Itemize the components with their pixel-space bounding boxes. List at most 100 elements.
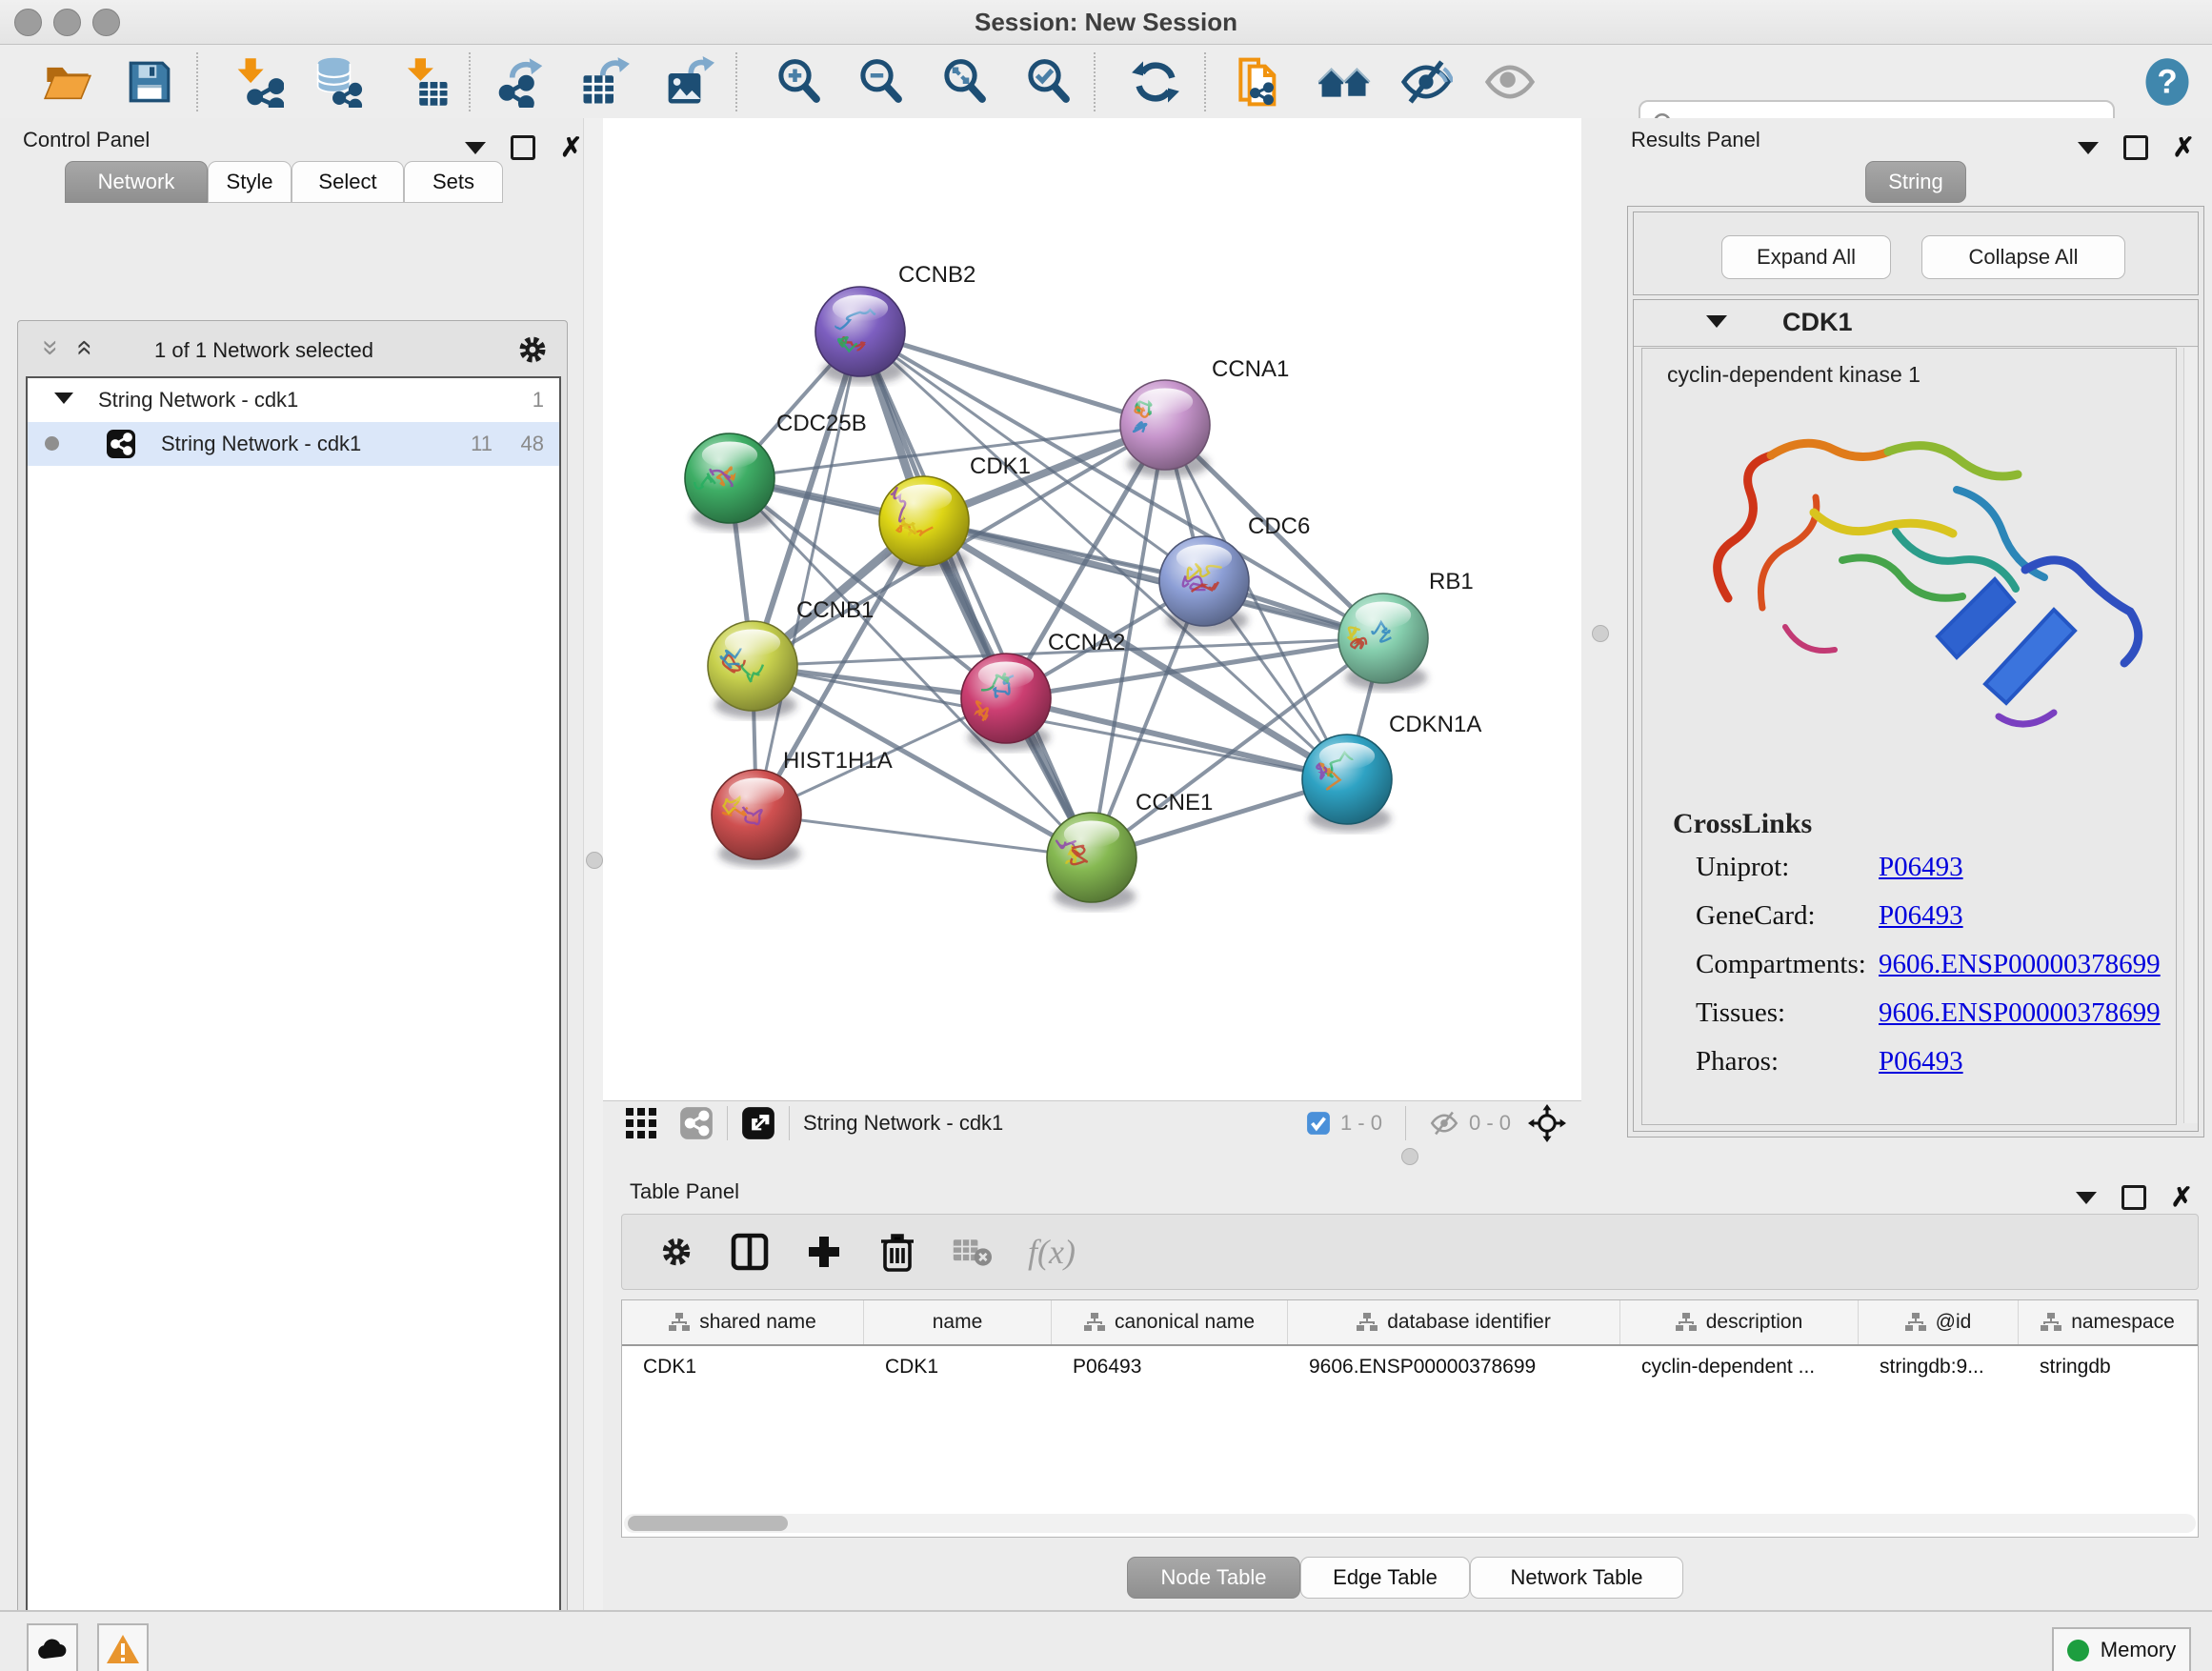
add-column-icon[interactable]	[805, 1233, 843, 1271]
import-table-file-button[interactable]	[398, 54, 453, 110]
section-expander-icon[interactable]	[1706, 315, 1727, 328]
zoom-in-button[interactable]	[772, 54, 827, 110]
network-collection-row[interactable]: String Network - cdk1 1	[28, 378, 559, 422]
collection-expander-icon[interactable]	[54, 393, 73, 404]
show-columns-icon[interactable]	[731, 1233, 769, 1271]
panel-close-icon[interactable]: ✗	[560, 138, 582, 157]
column-header-name[interactable]: name	[864, 1300, 1052, 1344]
string-network-graph[interactable]: CCNB2CCNA1CDC25BCDK1CDC6RB1CCNB1CCNA2CDK…	[603, 118, 1581, 1100]
warnings-button[interactable]	[97, 1623, 149, 1671]
splitter-handle[interactable]	[586, 852, 603, 869]
import-network-database-button[interactable]	[311, 54, 366, 110]
network-canvas[interactable]: CCNB2CCNA1CDC25BCDK1CDC6RB1CCNB1CCNA2CDK…	[603, 118, 1581, 1100]
graph-node-hist1h1a[interactable]: HIST1H1A	[712, 748, 893, 867]
cloud-button[interactable]	[27, 1623, 78, 1671]
duplicate-network-button[interactable]	[1231, 54, 1286, 110]
tab-node-table[interactable]: Node Table	[1127, 1557, 1300, 1599]
graph-edge[interactable]	[756, 332, 860, 815]
tab-network-table[interactable]: Network Table	[1470, 1557, 1683, 1599]
panel-close-icon[interactable]: ✗	[2171, 1188, 2193, 1207]
table-cell[interactable]: stringdb:9...	[1859, 1346, 2019, 1388]
open-in-window-icon[interactable]	[741, 1106, 775, 1140]
column-header-database-identifier[interactable]: database identifier	[1288, 1300, 1620, 1344]
tab-sets[interactable]: Sets	[404, 161, 503, 203]
crosslink-link[interactable]: 9606.ENSP00000378699	[1879, 949, 2161, 980]
protein-section-header[interactable]: CDK1	[1634, 300, 2198, 347]
export-image-button[interactable]	[661, 54, 716, 110]
help-button[interactable]: ?	[2140, 54, 2195, 110]
table-cell[interactable]: CDK1	[622, 1346, 864, 1388]
crosslink-link[interactable]: P06493	[1879, 1046, 1963, 1077]
graph-node-cdk1[interactable]: CDK1	[879, 453, 1031, 574]
left-splitter[interactable]	[583, 118, 605, 1610]
tab-edge-table[interactable]: Edge Table	[1300, 1557, 1470, 1599]
gear-icon[interactable]	[515, 332, 550, 367]
selected-checkbox-icon[interactable]	[1306, 1111, 1331, 1136]
column-header-namespace[interactable]: namespace	[2019, 1300, 2198, 1344]
scrollbar-thumb[interactable]	[628, 1516, 788, 1531]
graph-node-rb1[interactable]: RB1	[1338, 569, 1474, 691]
crosslink-link[interactable]: 9606.ENSP00000378699	[1879, 997, 2161, 1029]
panel-float-icon[interactable]	[511, 135, 535, 160]
table-cell[interactable]: P06493	[1052, 1346, 1288, 1388]
results-scrollbar[interactable]	[2183, 348, 2198, 1123]
save-session-button[interactable]	[122, 54, 177, 110]
panel-menu-icon[interactable]	[2078, 142, 2099, 154]
pan-crosshair-icon[interactable]	[1528, 1104, 1566, 1142]
export-network-button[interactable]	[495, 54, 551, 110]
table-cell[interactable]: CDK1	[864, 1346, 1052, 1388]
table-cell[interactable]: stringdb	[2019, 1346, 2198, 1388]
column-header-canonical-name[interactable]: canonical name	[1052, 1300, 1288, 1344]
first-neighbors-button[interactable]	[1317, 54, 1372, 110]
table-cell[interactable]: 9606.ENSP00000378699	[1288, 1346, 1620, 1388]
import-network-file-button[interactable]	[231, 54, 286, 110]
table-row[interactable]: CDK1CDK1P064939606.ENSP00000378699cyclin…	[622, 1346, 2198, 1388]
panel-close-icon[interactable]: ✗	[2173, 138, 2195, 157]
panel-float-icon[interactable]	[2123, 135, 2148, 160]
delete-table-icon-disabled[interactable]	[952, 1236, 992, 1268]
panel-menu-icon[interactable]	[2076, 1192, 2097, 1204]
collapse-all-button[interactable]: Collapse All	[1921, 235, 2125, 279]
graph-edge[interactable]	[756, 815, 1092, 857]
tab-string[interactable]: String	[1865, 161, 1966, 203]
function-builder-icon[interactable]: f(x)	[1028, 1232, 1076, 1272]
tab-network[interactable]: Network	[65, 161, 208, 203]
splitter-handle[interactable]	[1592, 625, 1609, 642]
splitter-handle[interactable]	[1401, 1148, 1418, 1165]
graph-edge[interactable]	[860, 332, 1092, 857]
network-share-toggle-icon[interactable]	[679, 1106, 714, 1140]
graph-edge[interactable]	[924, 521, 1383, 638]
crosslink-link[interactable]: P06493	[1879, 852, 1963, 883]
graph-node-ccnb1[interactable]: CCNB1	[708, 597, 874, 718]
column-header-@id[interactable]: @id	[1859, 1300, 2019, 1344]
table-settings-gear-icon[interactable]	[658, 1234, 694, 1270]
network-row[interactable]: String Network - cdk1 11 48	[28, 422, 559, 466]
column-header-description[interactable]: description	[1620, 1300, 1859, 1344]
right-splitter[interactable]	[1581, 118, 1619, 1143]
tab-style[interactable]: Style	[208, 161, 292, 203]
graph-node-cdkn1a[interactable]: CDKN1A	[1302, 712, 1481, 832]
show-all-button[interactable]	[1482, 54, 1538, 110]
horizontal-splitter[interactable]	[603, 1143, 2212, 1170]
zoom-out-button[interactable]	[854, 54, 909, 110]
expand-all-button[interactable]: Expand All	[1721, 235, 1891, 279]
delete-trash-icon[interactable]	[879, 1232, 915, 1272]
memory-button[interactable]: Memory	[2052, 1627, 2191, 1671]
zoom-selected-button[interactable]	[1021, 54, 1076, 110]
crosslink-link[interactable]: P06493	[1879, 900, 1963, 932]
open-session-button[interactable]	[40, 54, 95, 110]
table-cell[interactable]: cyclin-dependent ...	[1620, 1346, 1859, 1388]
column-header-shared-name[interactable]: shared name	[622, 1300, 864, 1344]
graph-node-ccnb2[interactable]: CCNB2	[815, 262, 975, 384]
export-table-button[interactable]	[577, 54, 633, 110]
panel-menu-icon[interactable]	[465, 142, 486, 154]
graph-edge[interactable]	[860, 332, 1165, 425]
tab-select[interactable]: Select	[292, 161, 404, 203]
graph-node-ccna1[interactable]: CCNA1	[1120, 356, 1289, 477]
birdseye-grid-icon[interactable]	[624, 1106, 658, 1140]
table-horizontal-scrollbar[interactable]	[624, 1514, 2196, 1533]
refresh-button[interactable]	[1128, 54, 1183, 110]
zoom-fit-button[interactable]	[937, 54, 993, 110]
panel-float-icon[interactable]	[2122, 1185, 2146, 1210]
hide-selected-button[interactable]	[1398, 54, 1454, 110]
